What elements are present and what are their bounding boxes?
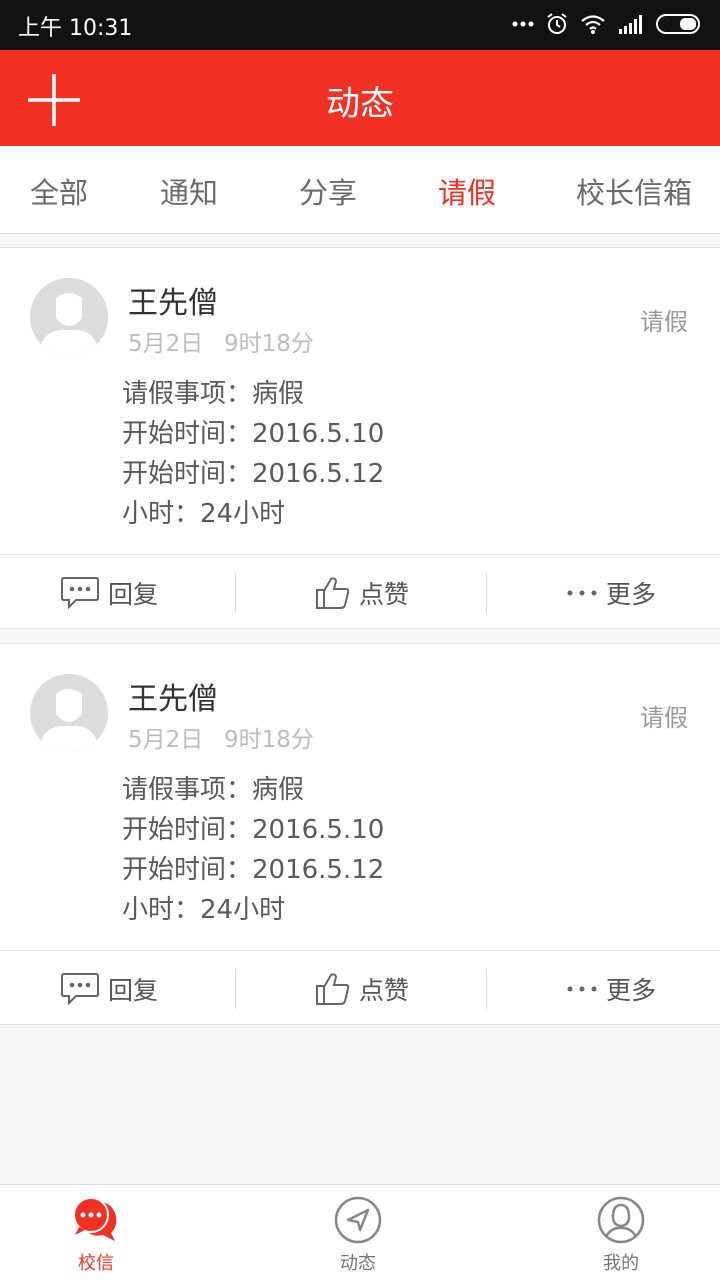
reply-label: 回复 — [108, 580, 159, 609]
tab-share[interactable]: 分享 — [299, 170, 357, 212]
post-date: 5月2日 — [128, 727, 204, 753]
thumbs-up-icon — [316, 577, 350, 609]
signal-icon — [619, 15, 642, 34]
reply-button[interactable]: 回复 — [60, 555, 158, 631]
compass-icon — [334, 1196, 382, 1244]
like-button[interactable]: 点赞 — [315, 555, 409, 631]
like-label: 点赞 — [359, 580, 410, 609]
more-button[interactable]: 更多 — [566, 555, 656, 631]
nav-item-feed[interactable]: 动态 — [313, 1195, 403, 1275]
avatar[interactable] — [30, 674, 108, 752]
like-label: 点赞 — [359, 976, 410, 1005]
post-card: 王先僧 5月2日 9时18分 请假 请假事项：病假 开始时间：2016.5.10… — [0, 247, 720, 629]
page-title: 动态 — [326, 84, 394, 124]
like-button[interactable]: 点赞 — [315, 951, 409, 1027]
post-category-tag: 请假 — [640, 704, 688, 732]
nav-label: 动态 — [340, 1253, 376, 1274]
comment-icon — [61, 973, 99, 1006]
leave-details: 请假事项：病假 开始时间：2016.5.10 开始时间：2016.5.12 小时… — [122, 374, 384, 534]
leave-start: 开始时间：2016.5.10 — [122, 419, 385, 449]
more-label: 更多 — [606, 580, 657, 609]
tab-leave[interactable]: 请假 — [438, 170, 496, 212]
post-card: 王先僧 5月2日 9时18分 请假 请假事项：病假 开始时间：2016.5.10… — [0, 643, 720, 1025]
nav-label: 我的 — [603, 1253, 639, 1274]
nav-item-xiaoxin[interactable]: 校信 — [51, 1195, 141, 1275]
nav-item-me[interactable]: 我的 — [576, 1195, 666, 1275]
leave-hours: 小时：24小时 — [122, 895, 286, 925]
post-time: 9时18分 — [224, 727, 314, 753]
tab-notice[interactable]: 通知 — [160, 170, 218, 212]
category-tabs: 全部 通知 分享 请假 校长信箱 — [0, 146, 720, 234]
action-divider — [486, 969, 487, 1009]
more-label: 更多 — [606, 976, 657, 1005]
comment-icon — [61, 577, 99, 610]
reply-label: 回复 — [108, 976, 159, 1005]
author-name[interactable]: 王先僧 — [128, 674, 218, 718]
more-button[interactable]: 更多 — [566, 951, 656, 1027]
post-time: 9时18分 — [224, 331, 314, 357]
status-time: 上午 10:31 — [18, 16, 133, 41]
author-name[interactable]: 王先僧 — [128, 278, 218, 322]
user-silhouette-icon — [30, 674, 108, 752]
status-icons — [512, 12, 702, 36]
leave-end: 开始时间：2016.5.12 — [122, 855, 385, 885]
leave-type: 请假事项：病假 — [122, 379, 305, 409]
status-bar: 上午 10:31 — [0, 0, 720, 50]
chat-bubble-icon — [73, 1197, 117, 1241]
post-actions: 回复 点赞 更多 — [0, 554, 720, 630]
post-actions: 回复 点赞 更多 — [0, 950, 720, 1026]
bottom-nav: 校信 动态 我的 — [0, 1184, 720, 1280]
action-divider — [235, 969, 236, 1009]
battery-icon — [656, 14, 700, 34]
wifi-icon — [581, 15, 605, 34]
leave-end: 开始时间：2016.5.12 — [122, 459, 385, 489]
alarm-icon — [547, 13, 567, 34]
app-header: 动态 — [0, 50, 720, 146]
more-dots-icon — [567, 986, 597, 992]
leave-hours: 小时：24小时 — [122, 499, 286, 529]
thumbs-up-icon — [316, 973, 350, 1005]
user-icon — [597, 1196, 645, 1244]
post-category-tag: 请假 — [640, 308, 688, 336]
tab-principal-mailbox[interactable]: 校长信箱 — [576, 170, 692, 212]
more-dots-icon — [567, 590, 597, 596]
user-silhouette-icon — [30, 278, 108, 356]
tab-all[interactable]: 全部 — [30, 170, 88, 212]
action-divider — [486, 573, 487, 613]
reply-button[interactable]: 回复 — [60, 951, 158, 1027]
avatar[interactable] — [30, 278, 108, 356]
leave-details: 请假事项：病假 开始时间：2016.5.10 开始时间：2016.5.12 小时… — [122, 770, 384, 930]
more-dots-icon — [512, 21, 534, 27]
leave-type: 请假事项：病假 — [122, 775, 305, 805]
leave-start: 开始时间：2016.5.10 — [122, 815, 385, 845]
action-divider — [235, 573, 236, 613]
post-date: 5月2日 — [128, 331, 204, 357]
nav-label: 校信 — [78, 1253, 114, 1274]
